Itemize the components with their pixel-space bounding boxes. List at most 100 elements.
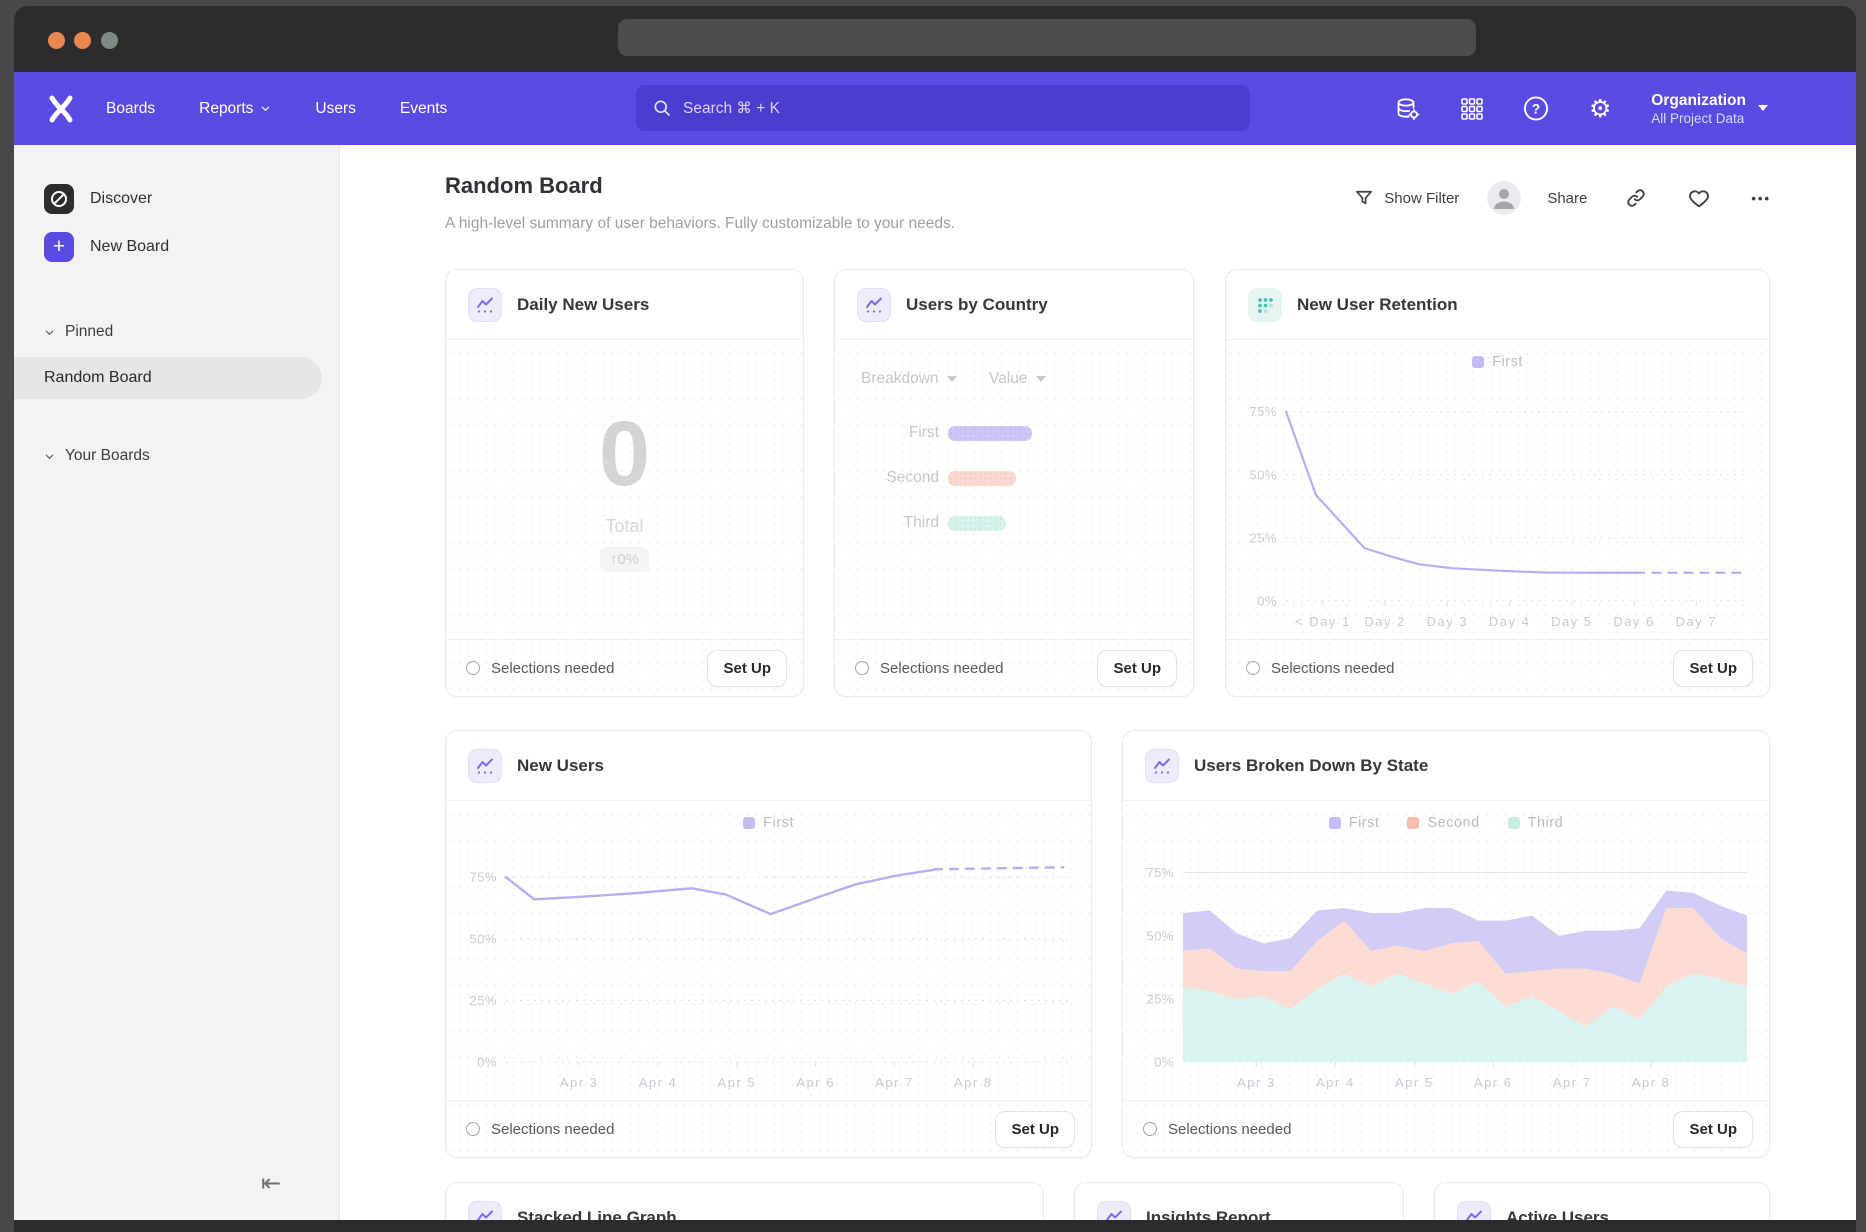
svg-text:Apr 4: Apr 4 — [639, 1075, 678, 1090]
set-up-button[interactable]: Set Up — [707, 650, 787, 687]
value-column-header[interactable]: Value — [989, 370, 1046, 388]
nav-item-boards[interactable]: Boards — [106, 100, 155, 118]
avatar[interactable] — [1487, 181, 1521, 215]
svg-text:50%: 50% — [469, 931, 497, 946]
status-circle-icon — [855, 661, 869, 675]
retention-line-chart: 75%50%25%0%< Day 1Day 2Day 3Day 4Day 5Da… — [1236, 386, 1755, 633]
settings-gear-icon[interactable]: ⚙ — [1587, 96, 1613, 122]
set-up-button[interactable]: Set Up — [995, 1111, 1075, 1148]
filter-funnel-icon[interactable] — [1354, 188, 1374, 208]
copy-link-icon[interactable] — [1625, 187, 1647, 209]
set-up-button[interactable]: Set Up — [1673, 650, 1753, 687]
line-chart-icon — [857, 288, 891, 322]
nav-right-icons: ? ⚙ Organization All Project Data — [1395, 72, 1768, 145]
show-filter-button[interactable]: Show Filter — [1384, 190, 1459, 207]
svg-text:Apr 3: Apr 3 — [560, 1075, 599, 1090]
card-status: Selections needed — [466, 1121, 614, 1138]
org-switcher[interactable]: Organization All Project Data — [1651, 91, 1768, 127]
search-input[interactable]: Search ⌘ + K — [636, 85, 1250, 131]
svg-text:25%: 25% — [469, 993, 497, 1008]
status-circle-icon — [1246, 661, 1260, 675]
chevron-down-icon — [44, 327, 55, 338]
svg-text:Apr 5: Apr 5 — [1395, 1075, 1434, 1090]
card-title: New User Retention — [1297, 295, 1458, 315]
window-titlebar — [14, 6, 1856, 72]
traffic-light-close[interactable] — [48, 32, 65, 49]
set-up-button[interactable]: Set Up — [1097, 650, 1177, 687]
card-insights-report: Insights Report — [1074, 1182, 1404, 1220]
legend-label: First — [763, 815, 794, 831]
nav-item-events[interactable]: Events — [400, 100, 447, 118]
chart-legend: First — [1226, 354, 1769, 370]
legend-swatch — [743, 817, 755, 829]
chart-legend: First — [446, 815, 1091, 831]
url-bar[interactable] — [618, 19, 1476, 56]
legend-swatch — [1472, 356, 1484, 368]
svg-text:Apr 8: Apr 8 — [1632, 1075, 1671, 1090]
chevron-down-icon — [260, 103, 271, 114]
bar-second — [948, 471, 1016, 486]
sidebar-item-new-board[interactable]: + New Board — [14, 223, 339, 271]
card-users-by-country: Users by Country Breakdown Value First — [834, 269, 1194, 697]
line-chart-icon — [468, 749, 502, 783]
svg-text:50%: 50% — [1146, 928, 1174, 943]
metric-delta-badge: ↑0% — [600, 547, 649, 572]
svg-text:Apr 5: Apr 5 — [718, 1075, 757, 1090]
card-new-user-retention: New User Retention First 75%50%25%0%< Da… — [1225, 269, 1770, 697]
line-chart-icon — [1145, 749, 1179, 783]
share-button[interactable]: Share — [1547, 190, 1587, 207]
org-project: All Project Data — [1651, 111, 1746, 126]
more-options-icon[interactable]: ••• — [1751, 191, 1771, 206]
sidebar-section-your-boards[interactable]: Your Boards — [14, 439, 339, 473]
favorite-heart-icon[interactable] — [1687, 186, 1711, 210]
sidebar-collapse-icon[interactable]: ⇤ — [261, 1169, 281, 1198]
card-users-by-state: Users Broken Down By State FirstSecondTh… — [1122, 730, 1770, 1158]
traffic-light-minimize[interactable] — [74, 32, 91, 49]
card-title: New Users — [517, 756, 604, 776]
card-status: Selections needed — [1246, 660, 1394, 677]
table-row: Third — [835, 514, 1193, 532]
page-subtitle: A high-level summary of user behaviors. … — [445, 215, 955, 233]
discover-compass-icon — [44, 184, 74, 214]
legend-label: First — [1492, 354, 1523, 370]
traffic-light-zoom[interactable] — [101, 32, 118, 49]
svg-text:Day 3: Day 3 — [1427, 614, 1468, 629]
table-row: First — [835, 424, 1193, 442]
svg-text:Apr 4: Apr 4 — [1316, 1075, 1355, 1090]
breakdown-column-header[interactable]: Breakdown — [861, 370, 989, 388]
svg-text:50%: 50% — [1249, 467, 1277, 482]
card-title: Stacked Line Graph — [517, 1208, 677, 1220]
org-name: Organization — [1651, 91, 1746, 112]
nav-item-reports[interactable]: Reports — [199, 100, 271, 118]
card-title: Active Users — [1506, 1208, 1609, 1220]
browser-window: Boards Reports Users Events Search ⌘ + K — [14, 6, 1856, 1232]
svg-text:75%: 75% — [1146, 865, 1174, 880]
main-content: Random Board A high-level summary of use… — [340, 145, 1856, 1220]
line-chart-icon — [468, 288, 502, 322]
svg-text:0%: 0% — [477, 1055, 497, 1070]
sidebar-section-pinned[interactable]: Pinned — [14, 315, 339, 349]
svg-text:Day 7: Day 7 — [1676, 614, 1717, 629]
svg-text:25%: 25% — [1249, 530, 1277, 545]
sidebar-item-discover[interactable]: Discover — [14, 175, 339, 223]
card-title: Daily New Users — [517, 295, 649, 315]
svg-text:Day 4: Day 4 — [1489, 614, 1530, 629]
card-status: Selections needed — [466, 660, 614, 677]
data-management-icon[interactable] — [1395, 96, 1421, 122]
apps-grid-icon[interactable] — [1459, 96, 1485, 122]
caret-down-icon — [947, 376, 957, 382]
legend-label: Third — [1528, 815, 1564, 831]
svg-text:Apr 6: Apr 6 — [796, 1075, 835, 1090]
mixpanel-logo-icon[interactable] — [46, 94, 76, 124]
line-chart-icon — [1097, 1201, 1131, 1220]
sidebar-item-random-board[interactable]: Random Board — [14, 357, 322, 399]
chevron-down-icon — [44, 451, 55, 462]
svg-text:0%: 0% — [1257, 594, 1277, 609]
legend-swatch — [1329, 817, 1341, 829]
card-active-users: Active Users — [1434, 1182, 1770, 1220]
legend-swatch — [1407, 817, 1419, 829]
set-up-button[interactable]: Set Up — [1673, 1111, 1753, 1148]
help-icon[interactable]: ? — [1523, 96, 1549, 122]
nav-item-users[interactable]: Users — [315, 100, 355, 118]
svg-text:Apr 6: Apr 6 — [1474, 1075, 1513, 1090]
